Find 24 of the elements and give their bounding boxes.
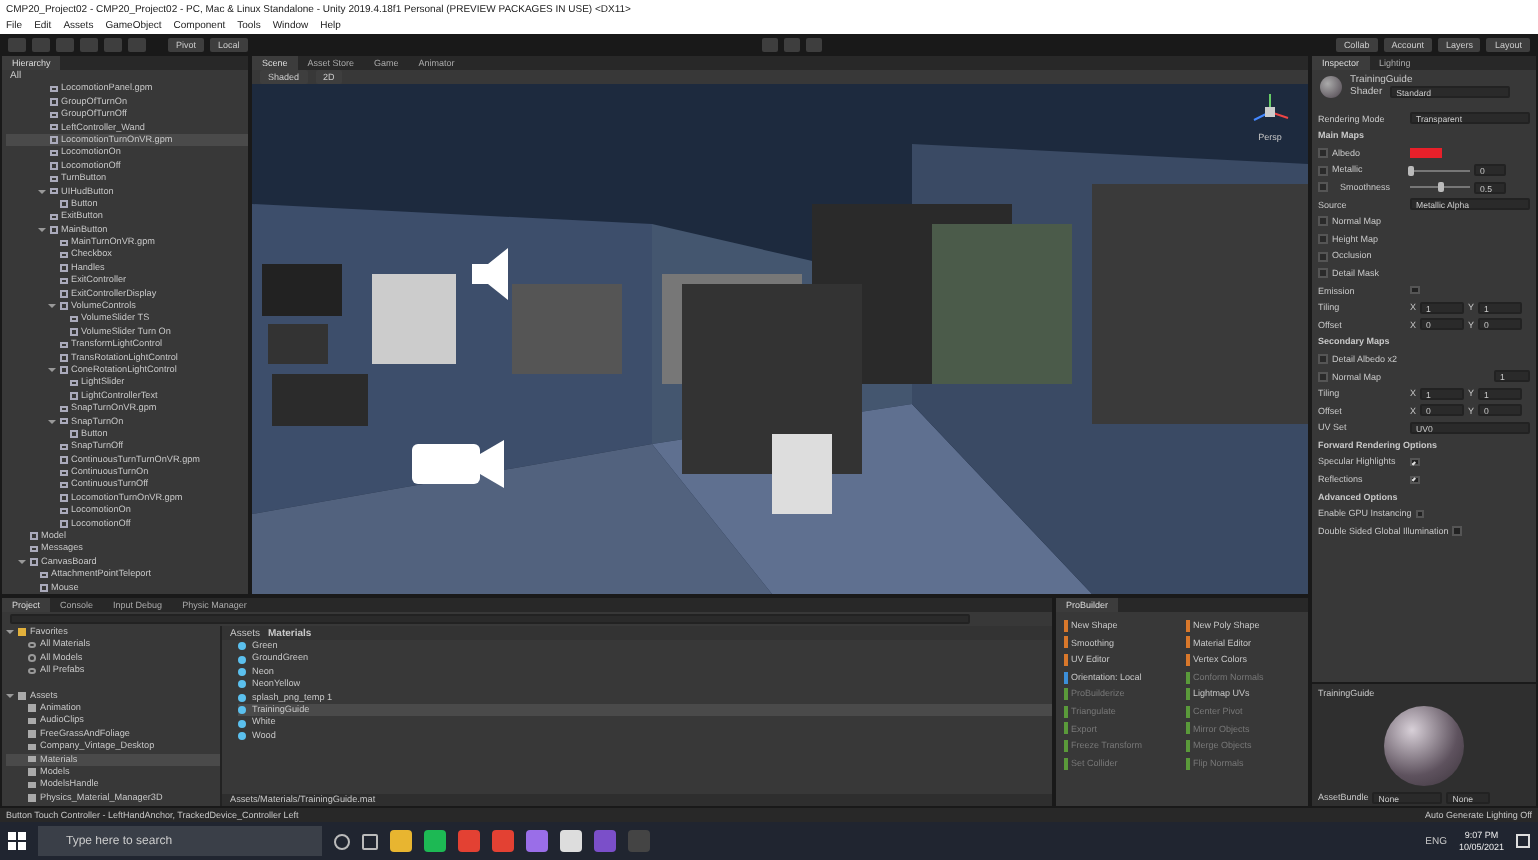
slider-thumb[interactable]: [1437, 182, 1443, 193]
app-icon[interactable]: [560, 830, 582, 852]
expand-arrow-icon[interactable]: [48, 304, 56, 309]
checkbox[interactable]: [1410, 457, 1419, 467]
expand-arrow-icon[interactable]: [48, 419, 56, 424]
checkbox[interactable]: [1410, 475, 1419, 485]
expand-arrow-icon[interactable]: [38, 227, 46, 232]
checkbox[interactable]: [1410, 285, 1419, 295]
checkbox[interactable]: [1452, 526, 1462, 536]
checkbox[interactable]: [1415, 509, 1425, 519]
expand-arrow-icon[interactable]: [48, 368, 56, 373]
expand-arrow-icon[interactable]: [6, 693, 14, 698]
color-swatch[interactable]: [1410, 147, 1442, 158]
expand-arrow-icon[interactable]: [18, 560, 26, 565]
widget-icon[interactable]: [362, 833, 378, 849]
notification-icon[interactable]: [1516, 834, 1530, 848]
material-preview-sphere: [1384, 705, 1464, 785]
material-sphere-icon: [1320, 75, 1342, 97]
expand-arrow-icon[interactable]: [38, 189, 46, 194]
expand-arrow-icon[interactable]: [6, 630, 14, 635]
windows-start-icon[interactable]: [8, 832, 26, 850]
search-field[interactable]: [10, 613, 970, 623]
task-view-icon[interactable]: [334, 833, 350, 849]
slider-thumb[interactable]: [1407, 165, 1413, 176]
